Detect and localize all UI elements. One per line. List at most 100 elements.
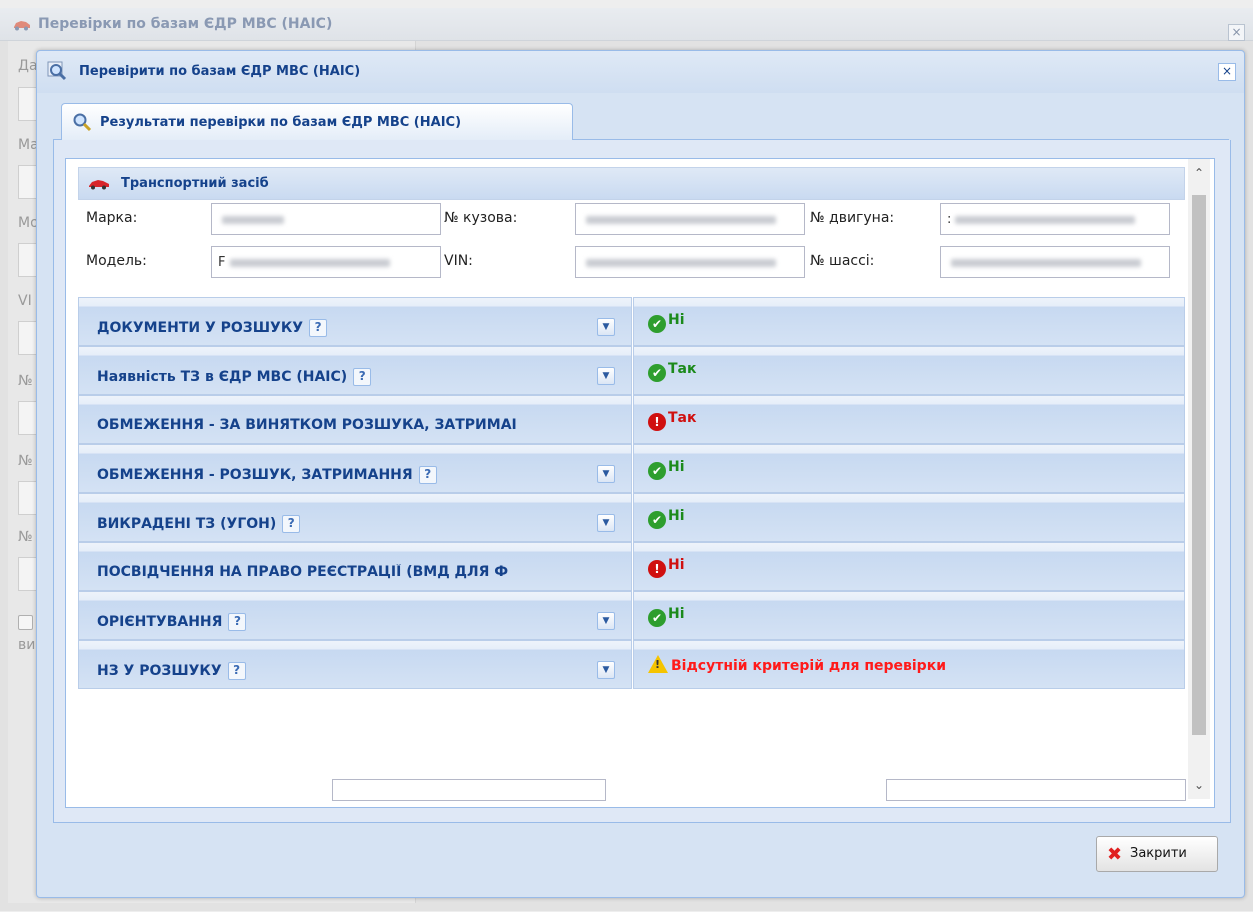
check-status-text: Ні bbox=[668, 557, 685, 573]
exclamation-circle-icon: ! bbox=[648, 560, 666, 578]
check-title-cell[interactable]: ОБМЕЖЕННЯ - ЗА ВИНЯТКОМ РОЗШУКА, ЗАТРИМА… bbox=[78, 395, 632, 444]
check-row: ОБМЕЖЕННЯ - РОЗШУК, ЗАТРИМАННЯ? ▼ ✔ Ні bbox=[78, 444, 1185, 493]
vehicle-section-header[interactable]: Транспортний засіб bbox=[78, 167, 1185, 200]
check-status-cell: ✔ Ні bbox=[633, 444, 1185, 493]
ghost-checkbox bbox=[18, 615, 33, 630]
help-icon[interactable]: ? bbox=[282, 515, 301, 533]
check-title-text: ПОСВІДЧЕННЯ НА ПРАВО РЕЄСТРАЦІЇ (ВМД ДЛЯ… bbox=[97, 564, 509, 580]
check-status-cell: ! Так bbox=[633, 395, 1185, 444]
check-status: ! Так bbox=[648, 410, 697, 431]
tab-bar: Результати перевірки по базам ЄДР МВС (Н… bbox=[53, 93, 1229, 140]
check-title: ВИКРАДЕНІ ТЗ (УГОН)? bbox=[97, 515, 301, 533]
check-title-cell[interactable]: ДОКУМЕНТИ У РОЗШУКУ? ▼ bbox=[78, 297, 632, 346]
check-status-text: Ні bbox=[668, 459, 685, 475]
body-number-label: № кузова: bbox=[444, 210, 518, 226]
tab-label: Результати перевірки по базам ЄДР МВС (Н… bbox=[100, 115, 462, 130]
check-status-text: Ні bbox=[668, 508, 685, 524]
help-icon[interactable]: ? bbox=[227, 662, 246, 680]
chevron-down-icon[interactable]: ▼ bbox=[597, 367, 615, 385]
scroll-up-icon[interactable]: ⌃ bbox=[1188, 163, 1210, 183]
chevron-down-icon[interactable]: ▼ bbox=[597, 661, 615, 679]
engine-number-field[interactable]: : bbox=[940, 203, 1170, 235]
ghost-label: ви bbox=[18, 637, 36, 653]
check-status: ✔ Ні bbox=[648, 459, 685, 480]
car-icon bbox=[14, 21, 30, 31]
close-button[interactable]: ✖ Закрити bbox=[1096, 836, 1218, 872]
bottom-fields bbox=[78, 779, 1186, 807]
vin-field[interactable] bbox=[575, 246, 805, 278]
help-icon[interactable]: ? bbox=[309, 319, 328, 337]
model-field[interactable]: F bbox=[211, 246, 441, 278]
check-circle-icon: ✔ bbox=[648, 462, 666, 480]
check-title-cell[interactable]: НЗ У РОЗШУКУ? ▼ bbox=[78, 640, 632, 689]
warning-triangle-icon: ! bbox=[648, 655, 668, 673]
check-title: ДОКУМЕНТИ У РОЗШУКУ? bbox=[97, 319, 328, 337]
check-row: ОРІЄНТУВАННЯ? ▼ ✔ Ні bbox=[78, 591, 1185, 640]
check-title-text: ОБМЕЖЕННЯ - РОЗШУК, ЗАТРИМАННЯ bbox=[97, 467, 413, 483]
help-icon[interactable]: ? bbox=[228, 613, 247, 631]
check-title-cell[interactable]: ВИКРАДЕНІ ТЗ (УГОН)? ▼ bbox=[78, 493, 632, 542]
check-circle-icon: ✔ bbox=[648, 609, 666, 627]
check-status-cell: ! Ні bbox=[633, 542, 1185, 591]
check-dialog: Перевірити по базам ЄДР МВС (НАІС) × Рез… bbox=[36, 50, 1245, 898]
dialog-close-button[interactable]: × bbox=[1218, 63, 1236, 81]
tab-results[interactable]: Результати перевірки по базам ЄДР МВС (Н… bbox=[61, 103, 573, 140]
background-window-titlebar: Перевірки по базам ЄДР МВС (НАІС) × bbox=[0, 8, 1253, 41]
check-status: ✔ Так bbox=[648, 361, 697, 382]
engine-number-value: : bbox=[947, 212, 952, 227]
exclamation-circle-icon: ! bbox=[648, 413, 666, 431]
vin-label: VIN: bbox=[444, 253, 473, 269]
vertical-scrollbar[interactable]: ⌃ ⌄ bbox=[1188, 159, 1210, 799]
chevron-down-icon[interactable]: ▼ bbox=[597, 465, 615, 483]
scroll-thumb[interactable] bbox=[1192, 195, 1206, 735]
check-row: ДОКУМЕНТИ У РОЗШУКУ? ▼ ✔ Ні bbox=[78, 297, 1185, 346]
chassis-number-label: № шассі: bbox=[810, 253, 875, 269]
check-title-text: ВИКРАДЕНІ ТЗ (УГОН) bbox=[97, 516, 277, 532]
brand-field[interactable] bbox=[211, 203, 441, 235]
help-icon[interactable]: ? bbox=[353, 368, 372, 386]
check-title-text: НЗ У РОЗШУКУ bbox=[97, 663, 222, 679]
check-title: ОРІЄНТУВАННЯ? bbox=[97, 613, 247, 631]
chevron-down-icon[interactable]: ▼ bbox=[597, 514, 615, 532]
check-title-text: ОРІЄНТУВАННЯ bbox=[97, 614, 223, 630]
dialog-title: Перевірити по базам ЄДР МВС (НАІС) bbox=[79, 64, 361, 79]
check-title: ОБМЕЖЕННЯ - РОЗШУК, ЗАТРИМАННЯ? bbox=[97, 466, 437, 484]
background-window-close-button[interactable]: × bbox=[1228, 24, 1245, 41]
ghost-label: № bbox=[18, 453, 33, 469]
check-title-cell[interactable]: ПОСВІДЧЕННЯ НА ПРАВО РЕЄСТРАЦІЇ (ВМД ДЛЯ… bbox=[78, 542, 632, 591]
check-status-text: Так bbox=[668, 410, 697, 426]
check-status: ✔ Ні bbox=[648, 606, 685, 627]
check-status-text: Так bbox=[668, 361, 697, 377]
engine-number-label: № двигуна: bbox=[810, 210, 895, 226]
check-title-cell[interactable]: ОРІЄНТУВАННЯ? ▼ bbox=[78, 591, 632, 640]
check-title-cell[interactable]: ОБМЕЖЕННЯ - РОЗШУК, ЗАТРИМАННЯ? ▼ bbox=[78, 444, 632, 493]
chevron-down-icon[interactable]: ▼ bbox=[597, 318, 615, 336]
close-button-label: Закрити bbox=[1130, 846, 1187, 861]
check-status-cell: ! Відсутній критерій для перевірки bbox=[633, 640, 1185, 689]
check-title: НЗ У РОЗШУКУ? bbox=[97, 662, 246, 680]
check-status-cell: ✔ Ні bbox=[633, 297, 1185, 346]
check-status-cell: ✔ Так bbox=[633, 346, 1185, 395]
check-status-text: Відсутній критерій для перевірки bbox=[671, 658, 947, 674]
check-title-cell[interactable]: Наявність ТЗ в ЄДР МВС (НАІС)? ▼ bbox=[78, 346, 632, 395]
check-status: ✔ Ні bbox=[648, 312, 685, 333]
extra-field[interactable] bbox=[886, 779, 1186, 801]
model-label: Модель: bbox=[86, 253, 147, 269]
background-window-title: Перевірки по базам ЄДР МВС (НАІС) bbox=[38, 16, 333, 32]
brand-label: Марка: bbox=[86, 210, 138, 226]
chassis-number-field[interactable] bbox=[940, 246, 1170, 278]
check-title-text: Наявність ТЗ в ЄДР МВС (НАІС) bbox=[97, 369, 348, 385]
check-title-text: ДОКУМЕНТИ У РОЗШУКУ bbox=[97, 320, 304, 336]
check-row: Наявність ТЗ в ЄДР МВС (НАІС)? ▼ ✔ Так bbox=[78, 346, 1185, 395]
check-status: ✔ Ні bbox=[648, 508, 685, 529]
date-field[interactable] bbox=[332, 779, 606, 801]
check-circle-icon: ✔ bbox=[648, 364, 666, 382]
magnifier-icon bbox=[73, 113, 92, 132]
check-row: НЗ У РОЗШУКУ? ▼ ! Відсутній критерій для … bbox=[78, 640, 1185, 689]
scroll-down-icon[interactable]: ⌄ bbox=[1188, 775, 1210, 795]
body-number-field[interactable] bbox=[575, 203, 805, 235]
chevron-down-icon[interactable]: ▼ bbox=[597, 612, 615, 630]
ghost-label: № bbox=[18, 373, 33, 389]
help-icon[interactable]: ? bbox=[418, 466, 437, 484]
check-status-text: Ні bbox=[668, 312, 685, 328]
